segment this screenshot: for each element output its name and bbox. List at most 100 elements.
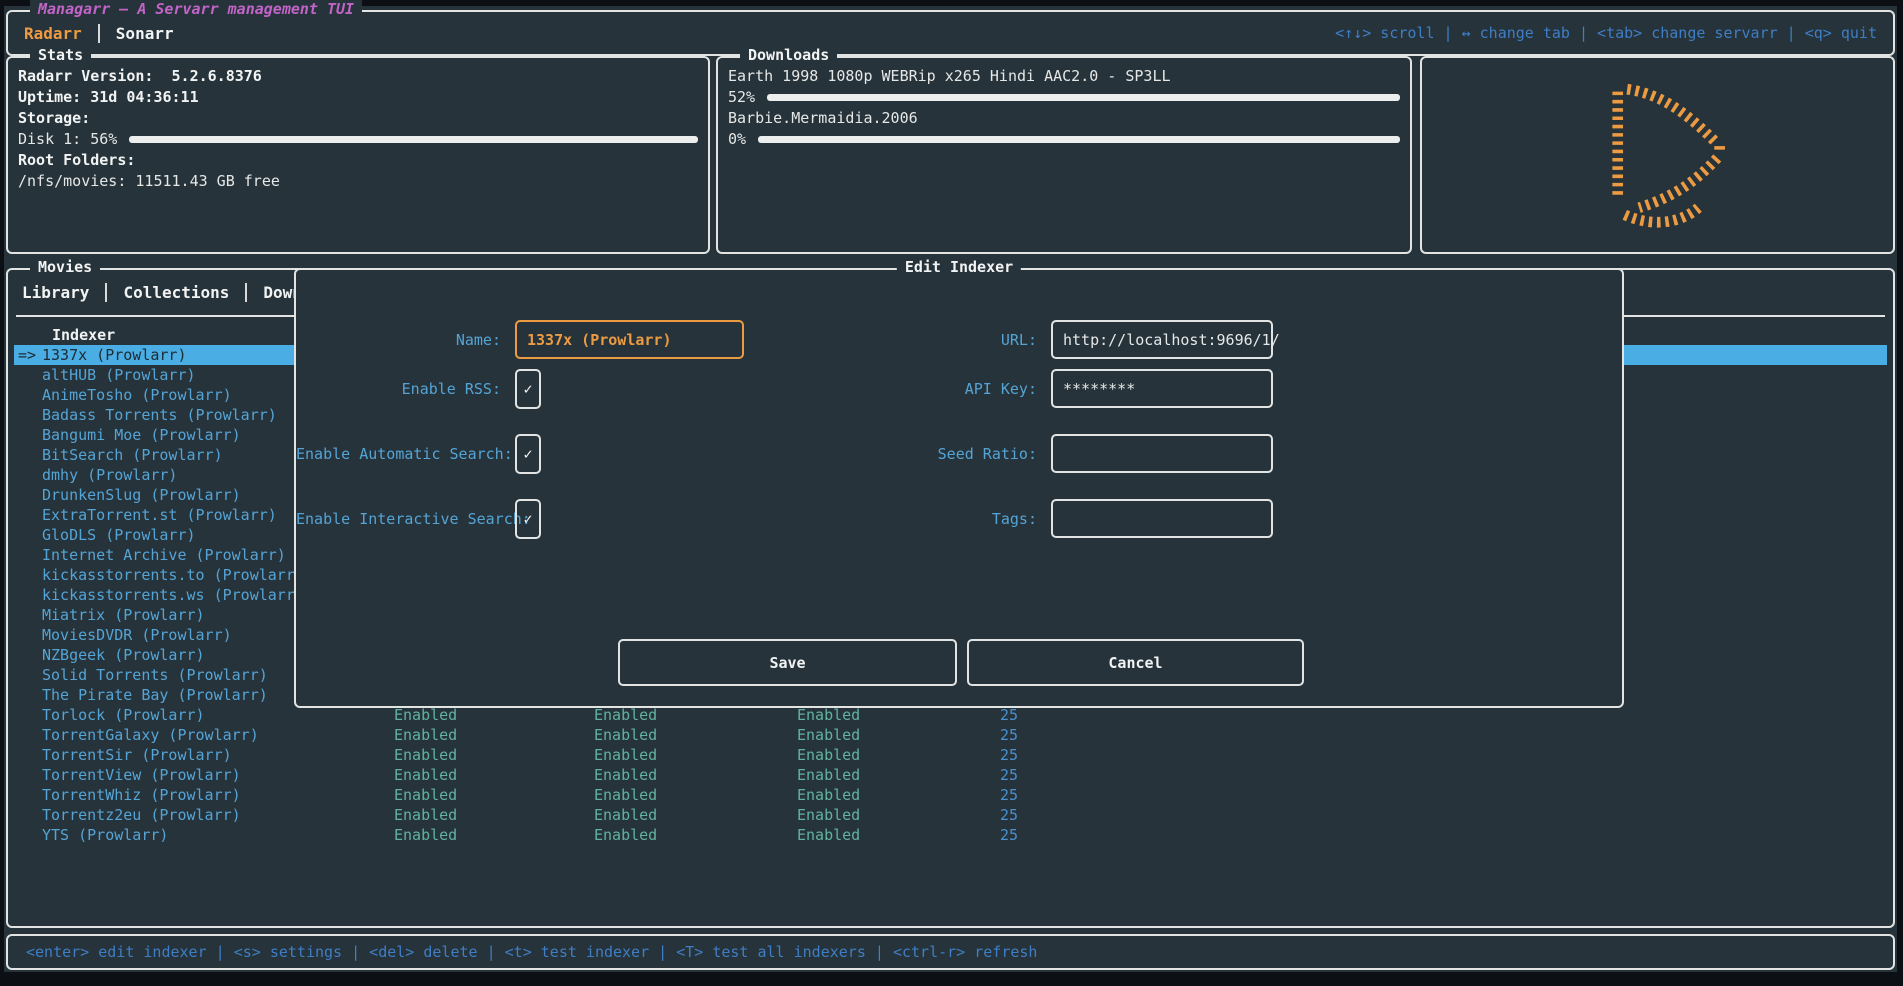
managarr-tui-screen: Managarr – A Servarr management TUI Rada…: [0, 0, 1903, 986]
indexer-name: Solid Torrents (Prowlarr): [42, 665, 298, 685]
download-item-name: Earth 1998 1080p WEBRip x265 Hindi AAC2.…: [728, 66, 1400, 87]
disk-usage-bar: [129, 136, 698, 143]
rss-cell: Enabled: [394, 805, 457, 825]
tags-input[interactable]: [1051, 499, 1273, 538]
priority-cell: 25: [938, 745, 1018, 765]
name-input[interactable]: 1337x (Prowlarr): [515, 320, 744, 359]
automatic-search-cell: Enabled: [594, 825, 657, 845]
tab-separator: [98, 24, 100, 43]
indexer-name: DrunkenSlug (Prowlarr): [42, 485, 298, 505]
indexer-name: MoviesDVDR (Prowlarr): [42, 625, 298, 645]
modal-title: Edit Indexer: [897, 258, 1021, 276]
tab-radarr[interactable]: Radarr: [24, 24, 82, 43]
priority-cell: 25: [938, 785, 1018, 805]
api-key-input[interactable]: ********: [1051, 369, 1273, 408]
table-row[interactable]: Torlock (Prowlarr)EnabledEnabledEnabled2…: [14, 705, 1887, 725]
downloads-panel: Downloads Earth 1998 1080p WEBRip x265 H…: [716, 56, 1412, 254]
indexer-name: TorrentSir (Prowlarr): [42, 745, 298, 765]
rss-cell: Enabled: [394, 765, 457, 785]
interactive-search-cell: Enabled: [797, 765, 860, 785]
indexer-name: kickasstorrents.to (Prowlarr): [42, 565, 298, 585]
enable-automatic-search-label: Enable Automatic Search:: [296, 445, 501, 463]
interactive-search-cell: Enabled: [797, 705, 860, 725]
stats-panel: Stats Radarr Version: 5.2.6.8376 Uptime:…: [6, 56, 710, 254]
indexer-name: TorrentView (Prowlarr): [42, 765, 298, 785]
indexer-name: kickasstorrents.ws (Prowlarr): [42, 585, 298, 605]
table-row[interactable]: TorrentGalaxy (Prowlarr)EnabledEnabledEn…: [14, 725, 1887, 745]
edit-indexer-modal: Edit Indexer Name: 1337x (Prowlarr) URL:…: [294, 268, 1624, 708]
disk-usage-label: Disk 1: 56%: [18, 129, 117, 150]
servarr-tabs: Radarr Sonarr: [24, 24, 174, 43]
footer-keybar: <enter> edit indexer | <s> settings | <d…: [6, 934, 1895, 970]
seed-ratio-input[interactable]: [1051, 434, 1273, 473]
url-label: URL:: [837, 331, 1037, 349]
save-button[interactable]: Save: [618, 639, 957, 686]
download-progress-row: 0%: [728, 129, 1400, 150]
automatic-search-cell: Enabled: [594, 785, 657, 805]
name-label: Name:: [296, 331, 501, 349]
enable-interactive-search-checkbox[interactable]: ✓: [515, 499, 541, 539]
indexer-name: Torrentz2eu (Prowlarr): [42, 805, 298, 825]
priority-cell: 25: [938, 725, 1018, 745]
indexer-name: AnimeTosho (Prowlarr): [42, 385, 298, 405]
indexer-name: dmhy (Prowlarr): [42, 465, 298, 485]
indexer-name: YTS (Prowlarr): [42, 825, 298, 845]
automatic-search-cell: Enabled: [594, 745, 657, 765]
interactive-search-cell: Enabled: [797, 725, 860, 745]
indexer-name: GloDLS (Prowlarr): [42, 525, 298, 545]
radarr-version: Radarr Version: 5.2.6.8376: [18, 66, 698, 87]
header-keybinds: <↑↓> scroll | ↔ change tab | <tab> chang…: [1335, 24, 1877, 42]
rss-cell: Enabled: [394, 745, 457, 765]
table-row[interactable]: TorrentSir (Prowlarr)EnabledEnabledEnabl…: [14, 745, 1887, 765]
enable-rss-label: Enable RSS:: [296, 380, 501, 398]
indexer-name: Bangumi Moe (Prowlarr): [42, 425, 298, 445]
table-row[interactable]: Torrentz2eu (Prowlarr)EnabledEnabledEnab…: [14, 805, 1887, 825]
indexer-name: Miatrix (Prowlarr): [42, 605, 298, 625]
logo-panel: [1420, 56, 1895, 254]
tab-separator: [105, 283, 107, 302]
header-block: Managarr – A Servarr management TUI Rada…: [6, 10, 1895, 56]
indexer-name: Internet Archive (Prowlarr): [42, 545, 298, 565]
disk-usage-row: Disk 1: 56%: [18, 129, 698, 150]
cancel-button[interactable]: Cancel: [967, 639, 1304, 686]
download-progress-bar: [758, 136, 1400, 143]
storage-heading: Storage:: [18, 108, 698, 129]
indexer-name: altHUB (Prowlarr): [42, 365, 298, 385]
radarr-logo: [1563, 75, 1753, 235]
movies-panel-title: Movies: [30, 258, 100, 276]
priority-cell: 25: [938, 705, 1018, 725]
checkmark-icon: ✓: [523, 380, 532, 398]
uptime: Uptime: 31d 04:36:11: [18, 87, 698, 108]
indexer-name: TorrentWhiz (Prowlarr): [42, 785, 298, 805]
indexer-name: TorrentGalaxy (Prowlarr): [42, 725, 298, 745]
download-item-name: Barbie.Mermaidia.2006: [728, 108, 1400, 129]
enable-automatic-search-checkbox[interactable]: ✓: [515, 434, 541, 474]
automatic-search-cell: Enabled: [594, 765, 657, 785]
indexer-name: NZBgeek (Prowlarr): [42, 645, 298, 665]
tab-library[interactable]: Library: [22, 283, 89, 302]
tab-collections[interactable]: Collections: [123, 283, 229, 302]
table-row[interactable]: TorrentWhiz (Prowlarr) Enabled Enabled Enab…: [14, 785, 1887, 805]
checkmark-icon: ✓: [523, 510, 532, 528]
enable-rss-checkbox[interactable]: ✓: [515, 369, 541, 409]
indexer-column-header: Indexer: [52, 325, 115, 345]
table-row[interactable]: YTS (Prowlarr)EnabledEnabledEnabled25: [14, 825, 1887, 845]
terminal-area: Managarr – A Servarr management TUI Rada…: [4, 6, 1897, 972]
enable-interactive-search-label: Enable Interactive Search:: [296, 510, 501, 528]
interactive-search-cell: Enabled: [797, 805, 860, 825]
indexer-name: The Pirate Bay (Prowlarr): [42, 685, 298, 705]
table-row[interactable]: TorrentView (Prowlarr) Enabled Enabled Enab…: [14, 765, 1887, 785]
tab-separator: [245, 283, 247, 302]
seed-ratio-label: Seed Ratio:: [837, 445, 1037, 463]
rss-cell: Enabled: [394, 785, 457, 805]
indexer-name: 1337x (Prowlarr): [42, 345, 298, 365]
tab-sonarr[interactable]: Sonarr: [116, 24, 174, 43]
rss-cell: Enabled: [394, 825, 457, 845]
download-percent: 52%: [728, 87, 755, 108]
interactive-search-cell: Enabled: [797, 825, 860, 845]
url-input[interactable]: http://localhost:9696/1/: [1051, 320, 1273, 359]
download-progress-bar: [767, 94, 1400, 101]
footer-keybinds: <enter> edit indexer | <s> settings | <d…: [26, 943, 1037, 961]
indexer-name: ExtraTorrent.st (Prowlarr): [42, 505, 298, 525]
interactive-search-cell: Enabled: [797, 785, 860, 805]
